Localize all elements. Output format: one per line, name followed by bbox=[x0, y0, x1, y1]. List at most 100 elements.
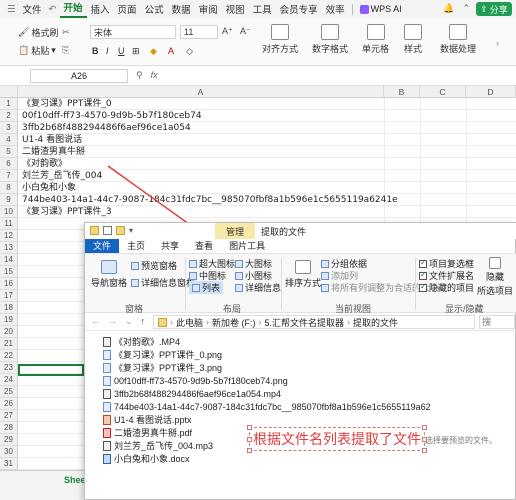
sort-button[interactable]: 排序方式 bbox=[285, 260, 321, 289]
nav-pane-label: 导航窗格 bbox=[91, 278, 128, 288]
preview-pane-label: 预览窗格 bbox=[141, 261, 178, 271]
folder-icon[interactable] bbox=[90, 226, 99, 235]
list-item[interactable]: U1-4 看图说话.pptx bbox=[103, 413, 192, 426]
medium-icons-icon bbox=[189, 271, 197, 280]
divider bbox=[415, 258, 416, 310]
list-item[interactable]: 《复习课》PPT课件_3.png bbox=[103, 361, 222, 374]
img-file-icon bbox=[103, 362, 111, 373]
tab-file[interactable]: 文件 bbox=[85, 239, 120, 253]
breadcrumb-tool-folder[interactable]: 5.汇帮文件名提取器 bbox=[265, 316, 345, 329]
checkbox-icon bbox=[419, 270, 427, 280]
list-item[interactable]: 刘兰芳_岳飞传_004.mp3 bbox=[103, 439, 213, 452]
layout-list[interactable]: 列表 bbox=[189, 281, 224, 294]
address-input[interactable]: › 此电脑 › 新加卷 (F:) › 5.汇帮文件名提取器 › 提取的文件 bbox=[153, 315, 475, 329]
list-item[interactable]: 3ffb2b68f488294486f6aef96ce1a054.mp4 bbox=[103, 387, 281, 400]
group-by-icon bbox=[321, 259, 329, 268]
search-input[interactable]: 搜 bbox=[479, 315, 515, 329]
layout-details-label: 详细信息 bbox=[245, 283, 282, 293]
list-icon bbox=[192, 283, 200, 292]
details-pane-label: 详细信息窗格 bbox=[141, 278, 196, 288]
file-name: 3ffb2b68f488294486f6aef96ce1a054.mp4 bbox=[114, 388, 281, 399]
preview-hint: 选择要预览的文件。 bbox=[425, 436, 497, 445]
list-item[interactable]: 小白兔和小象.docx bbox=[103, 452, 190, 465]
ppt-file-icon bbox=[103, 414, 111, 425]
hide-icon bbox=[489, 257, 501, 269]
quick-access-toolbar: ▾ bbox=[90, 226, 133, 235]
folder-icon bbox=[158, 317, 167, 327]
handle bbox=[247, 425, 252, 430]
handle bbox=[247, 437, 252, 442]
layout-details[interactable]: 详细信息 bbox=[235, 281, 281, 294]
new-folder-icon[interactable] bbox=[116, 226, 125, 235]
layout-list-label: 列表 bbox=[202, 283, 221, 293]
mp3-file-icon bbox=[103, 440, 111, 451]
properties-icon[interactable] bbox=[103, 226, 112, 235]
tab-share[interactable]: 共享 bbox=[153, 239, 187, 253]
file-name: 刘兰芳_岳飞传_004.mp3 bbox=[114, 441, 214, 451]
file-name: 《复习课》PPT课件_0.png bbox=[114, 350, 223, 360]
history-chevron-icon[interactable]: ⌄ bbox=[125, 316, 133, 327]
doc-file-icon bbox=[103, 453, 111, 464]
sort-label: 排序方式 bbox=[285, 278, 322, 288]
hidden-items-toggle[interactable]: 隐藏的项目 bbox=[419, 281, 474, 294]
sort-icon bbox=[295, 260, 311, 274]
hide-selected-button[interactable]: 隐藏 所选项目 bbox=[477, 257, 513, 297]
file-explorer-window: ▾ 管理 提取的文件 文件 主页 共享 查看 图片工具 导航窗格 预览窗格 详细… bbox=[84, 222, 516, 500]
add-column-icon bbox=[321, 271, 329, 280]
address-bar: ← → ⌄ ↑ › 此电脑 › 新加卷 (F:) › 5.汇帮文件名提取器 › … bbox=[85, 313, 516, 331]
small-icons-icon bbox=[235, 271, 243, 280]
handle bbox=[422, 448, 427, 453]
file-name: 744be403-14a1-44c7-9087-184c31fdc7bc__98… bbox=[114, 401, 431, 412]
explorer-tabs: 文件 主页 共享 查看 图片工具 bbox=[85, 239, 516, 253]
divider bbox=[281, 258, 282, 310]
manage-tab[interactable]: 管理 bbox=[215, 223, 255, 239]
fit-columns-icon bbox=[321, 283, 329, 292]
breadcrumb-this-pc[interactable]: 此电脑 bbox=[176, 316, 203, 329]
explorer-title: 提取的文件 bbox=[261, 227, 307, 237]
img-file-icon bbox=[103, 401, 111, 412]
list-item[interactable]: 《对韵歌》.MP4 bbox=[103, 335, 180, 348]
file-name: 《复习课》PPT课件_3.png bbox=[114, 363, 223, 373]
pdf-file-icon bbox=[103, 427, 111, 438]
xl-icons-icon bbox=[189, 259, 197, 268]
handle bbox=[422, 425, 427, 430]
img-file-icon bbox=[103, 375, 111, 386]
forward-arrow-icon[interactable]: → bbox=[108, 316, 117, 327]
up-arrow-icon[interactable]: ↑ bbox=[141, 316, 146, 327]
details-pane-icon bbox=[131, 278, 139, 287]
list-item[interactable]: 00f10dff-ff73-4570-9d9b-5b7f180ceb74.png bbox=[103, 374, 288, 387]
breadcrumb-extracted[interactable]: 提取的文件 bbox=[353, 316, 398, 329]
checkbox-icon bbox=[419, 282, 427, 292]
tab-home[interactable]: 主页 bbox=[119, 239, 153, 253]
nav-pane-icon bbox=[101, 260, 117, 274]
file-name: 二婚渣男真牛掰.pdf bbox=[114, 428, 193, 438]
divider bbox=[185, 258, 186, 310]
details-icon bbox=[235, 283, 243, 292]
large-icons-icon bbox=[235, 259, 243, 268]
annotation-text: 根据文件名列表提取了文件 bbox=[253, 431, 421, 447]
list-item[interactable]: 《复习课》PPT课件_0.png bbox=[103, 348, 222, 361]
img-file-icon bbox=[103, 349, 111, 360]
list-item[interactable]: 744be403-14a1-44c7-9087-184c31fdc7bc__98… bbox=[103, 400, 431, 413]
breadcrumb-volume[interactable]: 新加卷 (F:) bbox=[212, 316, 256, 329]
tab-picture-tools[interactable]: 图片工具 bbox=[221, 239, 273, 253]
file-name: 00f10dff-ff73-4570-9d9b-5b7f180ceb74.png bbox=[114, 375, 288, 386]
nav-buttons: ← → ⌄ ↑ bbox=[91, 316, 145, 327]
back-arrow-icon[interactable]: ← bbox=[91, 316, 100, 327]
preview-pane-button[interactable]: 预览窗格 bbox=[131, 259, 177, 272]
file-name: 小白兔和小象.docx bbox=[114, 454, 190, 464]
explorer-title-bar: ▾ 管理 提取的文件 bbox=[85, 223, 516, 239]
file-name: 《对韵歌》.MP4 bbox=[114, 337, 181, 347]
handle bbox=[247, 448, 252, 453]
nav-pane-button[interactable]: 导航窗格 bbox=[91, 260, 127, 289]
annotation-box: 根据文件名列表提取了文件 bbox=[247, 425, 427, 453]
preview-pane-icon bbox=[131, 261, 139, 270]
list-item[interactable]: 二婚渣男真牛掰.pdf bbox=[103, 426, 192, 439]
tab-view[interactable]: 查看 bbox=[187, 239, 221, 253]
search-label: 搜 bbox=[482, 317, 492, 327]
explorer-ribbon: 导航窗格 预览窗格 详细信息窗格 超大图标 大图标 中图标 小图标 列表 详细信… bbox=[85, 253, 516, 314]
hidden-items-label: 隐藏的项目 bbox=[429, 283, 475, 293]
qat-dropdown-icon[interactable]: ▾ bbox=[129, 226, 133, 235]
vid-file-icon bbox=[103, 336, 111, 347]
checkbox-icon bbox=[419, 258, 427, 268]
